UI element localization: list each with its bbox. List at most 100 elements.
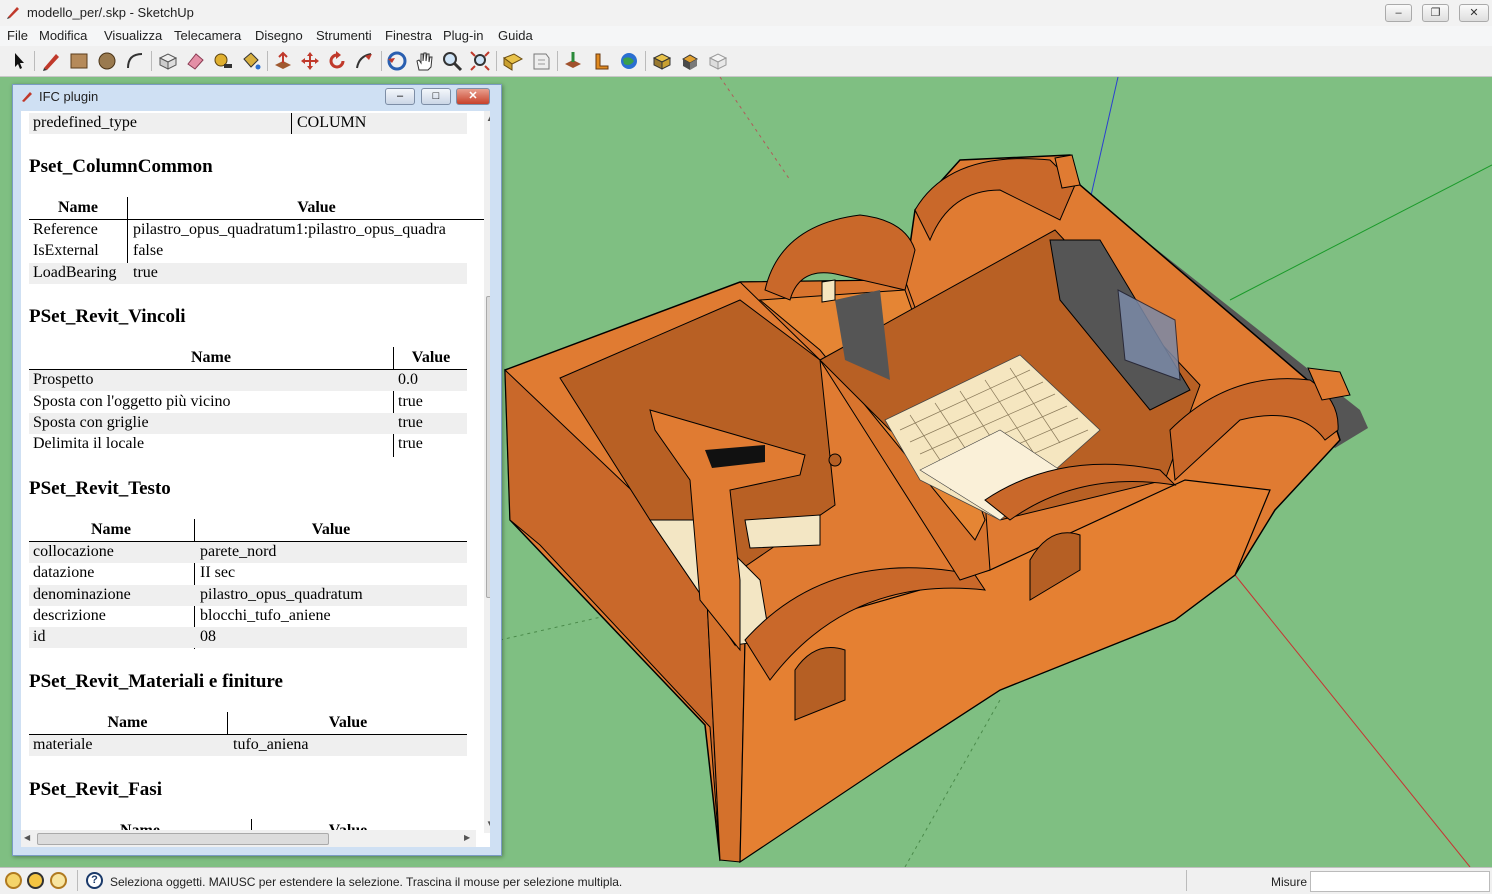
minimize-button[interactable]: – xyxy=(1385,4,1412,22)
title-bar: modello_per/.skp - SketchUp – ❐ ✕ xyxy=(0,0,1492,27)
red-axis-dashed xyxy=(719,77,791,181)
toolbar-separator xyxy=(645,51,646,71)
eraser-icon[interactable] xyxy=(184,50,206,72)
share-component-icon[interactable] xyxy=(707,50,729,72)
pset-row-name: materiale xyxy=(33,736,93,753)
pset-row-value: parete_nord xyxy=(200,543,277,560)
menu-strumenti[interactable]: Strumenti xyxy=(316,28,372,43)
horizontal-scrollbar[interactable]: ◀ ▶ xyxy=(21,830,476,847)
move-icon[interactable] xyxy=(299,50,321,72)
pset-row-name: LoadBearing xyxy=(33,264,117,281)
extension-icon[interactable] xyxy=(679,50,701,72)
rectangle-icon[interactable] xyxy=(68,50,90,72)
measurements-label: Misure xyxy=(1271,875,1308,889)
toolbar-separator xyxy=(34,51,35,71)
blue-axis xyxy=(1089,77,1119,201)
pset-row-name: Sposta con griglie xyxy=(33,414,149,431)
menu-plugin[interactable]: Plug-in xyxy=(443,28,483,43)
pset-title: PSet_Revit_Fasi xyxy=(29,779,162,800)
select-icon[interactable] xyxy=(8,50,30,72)
orbit-icon[interactable] xyxy=(386,50,408,72)
pset-row-value: true xyxy=(398,393,423,410)
menu-file[interactable]: File xyxy=(7,28,28,43)
pset-title: Pset_ColumnCommon xyxy=(29,156,213,177)
predefined-type-name: predefined_type xyxy=(33,114,137,131)
rotate-icon[interactable] xyxy=(326,50,348,72)
scroll-thumb[interactable] xyxy=(486,296,490,598)
column-header-value: Value xyxy=(411,349,451,366)
help-icon[interactable]: ? xyxy=(86,872,103,889)
make-component-icon[interactable] xyxy=(157,50,179,72)
status-bar: ? Seleziona oggetti. MAIUSC per estender… xyxy=(0,867,1492,894)
window-title: modello_per/.skp - SketchUp xyxy=(27,5,194,20)
pset-row-name: Reference xyxy=(33,221,98,238)
circle-icon[interactable] xyxy=(96,50,118,72)
menu-bar: File Modifica Visualizza Telecamera Dise… xyxy=(0,26,1492,46)
panel-close-button[interactable]: ✕ xyxy=(456,88,490,105)
pset-title: PSet_Revit_Testo xyxy=(29,478,171,499)
push-pull-icon[interactable] xyxy=(272,50,294,72)
scroll-down-arrow[interactable]: ▼ xyxy=(486,819,490,828)
scroll-left-arrow[interactable]: ◀ xyxy=(24,833,30,842)
measurements-input[interactable] xyxy=(1310,871,1490,892)
menu-guida[interactable]: Guida xyxy=(498,28,533,43)
scroll-up-arrow[interactable]: ▲ xyxy=(486,114,490,123)
panel-title: IFC plugin xyxy=(39,89,99,104)
vertical-scrollbar[interactable]: ▲ ▼ xyxy=(484,111,490,833)
credits-status-icon[interactable] xyxy=(27,872,44,889)
pset-row-value: false xyxy=(133,242,164,259)
panel-maximize-button[interactable]: □ xyxy=(421,88,451,105)
status-message: Seleziona oggetti. MAIUSC per estendere … xyxy=(110,875,623,889)
zoom-icon[interactable] xyxy=(441,50,463,72)
tape-measure-icon[interactable] xyxy=(212,50,234,72)
menu-modifica[interactable]: Modifica xyxy=(39,28,87,43)
arc-icon[interactable] xyxy=(124,50,146,72)
user-status-icon[interactable] xyxy=(50,872,67,889)
column-header-name: Name xyxy=(91,521,131,538)
component-warehouse-icon[interactable] xyxy=(651,50,673,72)
pencil-icon[interactable] xyxy=(40,50,62,72)
maximize-button[interactable]: ❐ xyxy=(1422,4,1449,22)
geolocation-icon[interactable] xyxy=(618,50,640,72)
pset-row-value: pilastro_opus_quadratum xyxy=(200,586,363,603)
pset-row-value: II sec xyxy=(200,564,236,581)
pset-row-value: true xyxy=(398,414,423,431)
get-models-icon[interactable] xyxy=(502,50,524,72)
table-row xyxy=(29,627,467,648)
sketchup-app-icon xyxy=(7,7,19,19)
scroll-right-arrow[interactable]: ▶ xyxy=(464,833,470,842)
building-model[interactable] xyxy=(504,154,1351,864)
menu-telecamera[interactable]: Telecamera xyxy=(174,28,241,43)
ifc-properties-view[interactable]: predefined_type COLUMN Pset_ColumnCommon… xyxy=(21,111,490,847)
panel-minimize-button[interactable]: – xyxy=(385,88,415,105)
predefined-type-value: COLUMN xyxy=(297,114,367,131)
pset-title: PSet_Revit_Vincoli xyxy=(29,306,186,327)
pan-icon[interactable] xyxy=(413,50,435,72)
pset-row-name: Delimita il locale xyxy=(33,435,145,452)
pset-row-name: datazione xyxy=(33,564,95,581)
menu-visualizza[interactable]: Visualizza xyxy=(104,28,162,43)
follow-me-icon[interactable] xyxy=(353,50,375,72)
pset-row-value: true xyxy=(133,264,158,281)
ifc-plugin-panel: IFC plugin – □ ✕ predefined_type COLUMN … xyxy=(12,84,502,856)
paint-bucket-icon[interactable] xyxy=(240,50,262,72)
column-header-value: Value xyxy=(297,199,336,216)
share-model-icon[interactable] xyxy=(530,50,552,72)
zoom-extents-icon[interactable] xyxy=(469,50,491,72)
hscroll-thumb[interactable] xyxy=(37,833,329,845)
ifc-export-icon[interactable] xyxy=(562,50,584,72)
menu-disegno[interactable]: Disegno xyxy=(255,28,303,43)
pset-row-value: 08 xyxy=(200,628,216,645)
ifc-import-icon[interactable] xyxy=(590,50,612,72)
menu-finestra[interactable]: Finestra xyxy=(385,28,432,43)
pset-row-value: tufo_aniena xyxy=(233,736,309,753)
pset-row-name: Prospetto xyxy=(33,371,94,388)
column-header-name: Name xyxy=(191,349,231,366)
pset-row-name: IsExternal xyxy=(33,242,99,259)
column-header-name: Name xyxy=(107,714,148,731)
plugin-icon xyxy=(22,92,32,102)
close-button[interactable]: ✕ xyxy=(1459,4,1489,22)
pset-row-name: collocazione xyxy=(33,543,114,560)
geolocation-status-icon[interactable] xyxy=(5,872,22,889)
pset-title: PSet_Revit_Materiali e finiture xyxy=(29,671,283,692)
